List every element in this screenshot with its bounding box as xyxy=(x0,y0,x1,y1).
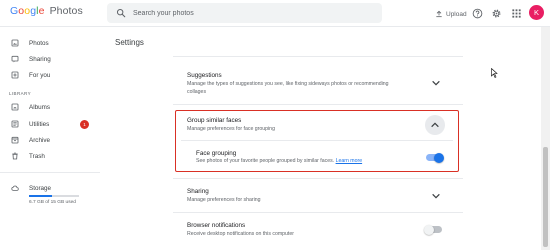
chevron-down-icon[interactable] xyxy=(431,79,441,87)
chevron-up-icon xyxy=(431,122,439,128)
browser-notifications-title: Browser notifications xyxy=(187,222,246,229)
google-photos-logo[interactable]: Google Photos xyxy=(10,5,83,17)
mouse-cursor-icon xyxy=(491,68,498,78)
library-section-label: LIBRARY xyxy=(9,91,31,96)
sidebar-item-label: For you xyxy=(29,71,51,79)
sidebar-item-storage[interactable]: Storage xyxy=(0,181,100,195)
sidebar-item-label: Utilities xyxy=(29,120,50,128)
sidebar-item-label: Albums xyxy=(29,103,50,111)
storage-progress-fill xyxy=(29,195,52,197)
sharing-icon xyxy=(11,55,19,63)
upload-button[interactable]: Upload xyxy=(435,8,467,20)
storage-usage-text: 6.7 GB of 15 GB used xyxy=(29,200,76,205)
page-title: Settings xyxy=(115,38,144,47)
face-grouping-title: Face grouping xyxy=(196,150,237,157)
face-grouping-toggle[interactable] xyxy=(426,152,444,163)
utilities-count-badge: 1 xyxy=(80,119,89,129)
sidebar-item-archive[interactable]: Archive xyxy=(0,133,100,147)
sharing-title: Sharing xyxy=(187,188,209,195)
storage-progress-bar xyxy=(29,195,79,197)
sidebar-item-utilities[interactable]: Utilities 1 xyxy=(0,117,100,131)
archive-icon xyxy=(11,136,19,144)
learn-more-link[interactable]: Learn more xyxy=(336,158,363,164)
section-divider xyxy=(181,140,453,141)
utilities-icon xyxy=(11,120,19,128)
sidebar-item-albums[interactable]: Albums xyxy=(0,100,100,114)
section-divider xyxy=(173,104,463,105)
upload-icon xyxy=(436,10,442,18)
toggle-knob xyxy=(424,224,434,235)
upload-label: Upload xyxy=(446,10,467,18)
browser-notifications-description: Receive desktop notifications on this co… xyxy=(187,231,294,237)
face-grouping-description-text: See photos of your favorite people group… xyxy=(196,158,335,164)
sidebar-item-label: Sharing xyxy=(29,55,51,63)
sidebar-item-for-you[interactable]: For you xyxy=(0,68,100,82)
section-divider xyxy=(173,56,463,57)
sidebar-item-label: Photos xyxy=(29,39,49,47)
for-you-icon xyxy=(11,71,19,79)
group-faces-description: Manage preferences for face grouping xyxy=(187,126,275,132)
sidebar-divider xyxy=(0,172,100,173)
browser-notifications-toggle[interactable] xyxy=(424,224,442,235)
sidebar-item-photos[interactable]: Photos xyxy=(0,36,100,50)
scrollbar[interactable] xyxy=(541,27,550,250)
cloud-icon xyxy=(11,185,19,191)
chevron-down-icon[interactable] xyxy=(431,192,441,200)
apps-grid-icon[interactable] xyxy=(511,8,522,19)
sidebar-item-label: Archive xyxy=(29,136,50,144)
sidebar-item-label: Storage xyxy=(29,184,52,192)
sidebar: Photos Sharing For you LIBRARY Albums Ut… xyxy=(0,27,100,250)
search-input[interactable] xyxy=(133,3,373,23)
logo-product-name: Photos xyxy=(49,5,83,17)
logo-letter: e xyxy=(38,5,45,17)
suggestions-description: Manage the types of suggestions you see,… xyxy=(187,81,389,95)
sharing-description: Manage preferences for sharing xyxy=(187,197,261,203)
help-icon[interactable] xyxy=(472,8,483,19)
face-grouping-description: See photos of your favorite people group… xyxy=(196,158,362,164)
toggle-knob xyxy=(434,152,444,163)
sidebar-item-label: Trash xyxy=(29,152,45,160)
suggestions-title: Suggestions xyxy=(187,72,222,79)
settings-gear-icon[interactable] xyxy=(491,8,502,19)
sidebar-item-trash[interactable]: Trash xyxy=(0,149,100,163)
account-avatar[interactable]: K xyxy=(529,5,544,20)
search-icon xyxy=(116,8,126,18)
albums-icon xyxy=(11,103,19,111)
photos-icon xyxy=(11,39,19,47)
collapse-button[interactable] xyxy=(425,115,445,135)
trash-icon xyxy=(12,152,18,160)
section-divider xyxy=(173,178,463,179)
sidebar-item-sharing[interactable]: Sharing xyxy=(0,52,100,66)
top-bar: Google Photos Upload K xyxy=(0,0,550,27)
section-divider xyxy=(173,212,463,213)
scrollbar-thumb[interactable] xyxy=(543,147,548,247)
group-faces-title: Group similar faces xyxy=(187,117,242,124)
search-box[interactable] xyxy=(107,3,382,23)
